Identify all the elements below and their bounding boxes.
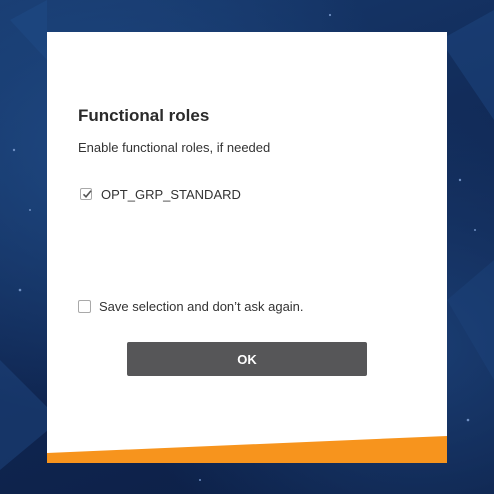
save-selection-label: Save selection and don’t ask again.	[99, 298, 304, 314]
ok-button[interactable]: OK	[127, 342, 367, 376]
accent-stripe	[47, 436, 447, 463]
save-selection-option[interactable]: Save selection and don’t ask again.	[78, 296, 304, 316]
functional-roles-dialog: Functional roles Enable functional roles…	[47, 32, 447, 463]
role-label: OPT_GRP_STANDARD	[101, 186, 241, 202]
checkmark-icon	[82, 190, 92, 198]
dialog-subtitle: Enable functional roles, if needed	[78, 140, 271, 155]
save-selection-checkbox[interactable]	[78, 299, 91, 313]
dialog-title: Functional roles	[78, 106, 210, 125]
role-checkbox[interactable]	[80, 188, 92, 200]
role-option-opt-grp-standard[interactable]: OPT_GRP_STANDARD	[80, 184, 241, 204]
